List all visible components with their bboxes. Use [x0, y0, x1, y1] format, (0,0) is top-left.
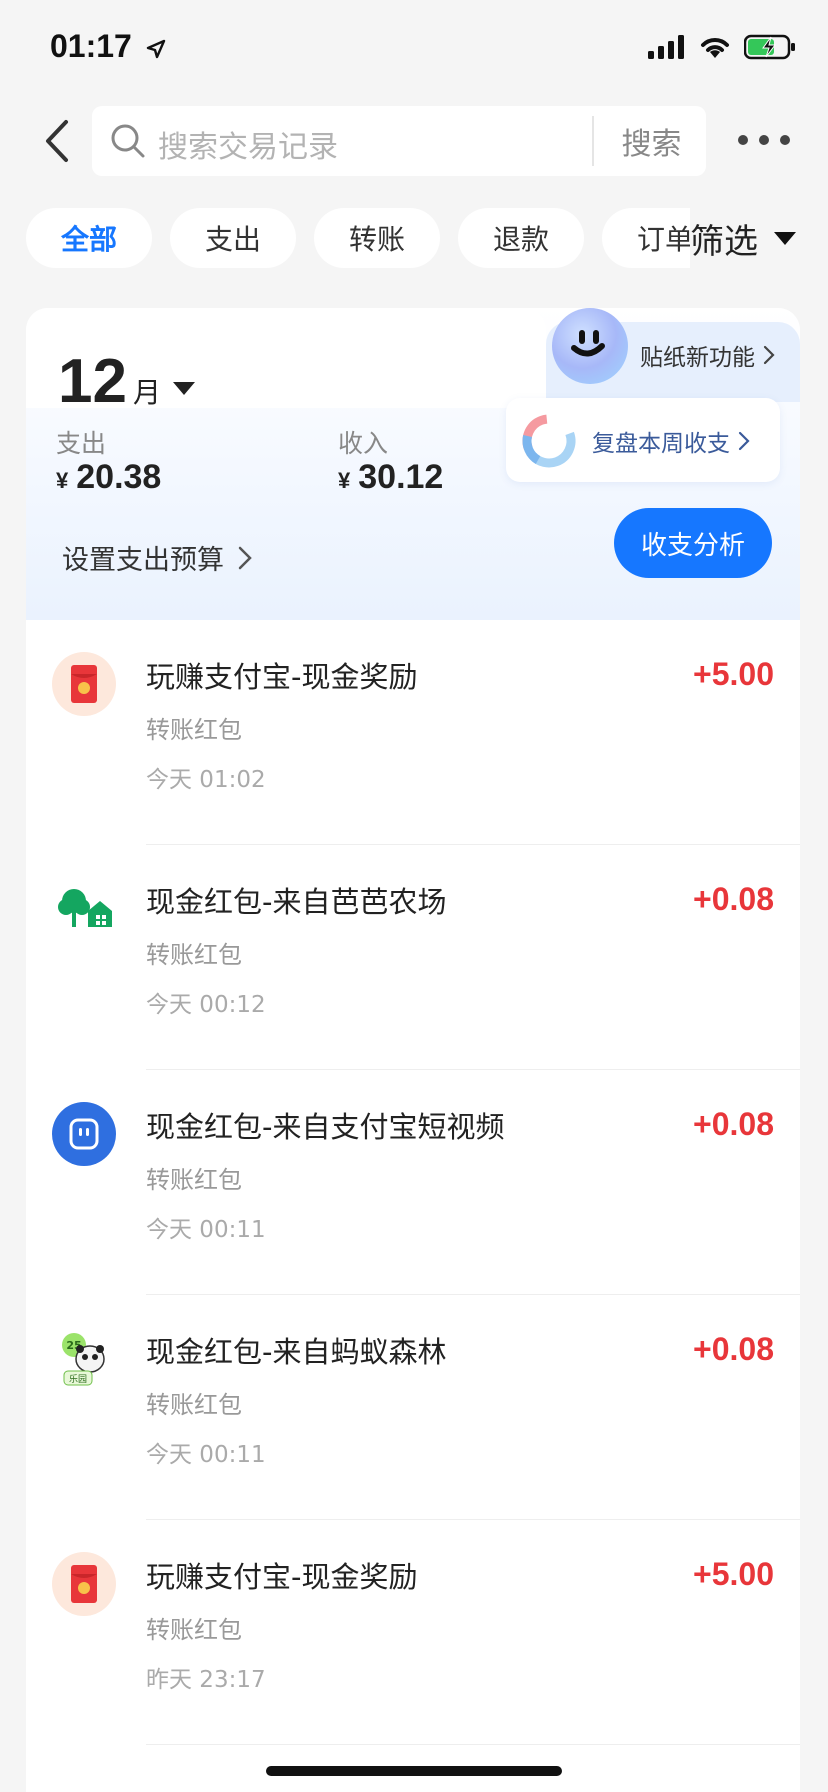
status-icons [648, 34, 796, 60]
transaction-row[interactable]: 玩赚支付宝-现金奖励 +5.00 转账红包 今天 01:02 [26, 620, 800, 845]
more-options-button[interactable] [738, 125, 790, 155]
transaction-title: 现金红包-来自芭芭农场 [146, 885, 447, 919]
donut-chart-icon [522, 414, 576, 468]
home-indicator[interactable] [266, 1766, 562, 1776]
transactions-card: 12 月 支出 ¥20.38 收入 ¥30.12 设置支出预算 贴纸新功能 复盘… [26, 308, 800, 1792]
tab-all[interactable]: 全部 [26, 208, 152, 268]
income-label: 收入 [338, 429, 389, 458]
transaction-category: 转账红包 [146, 1166, 242, 1194]
chevron-right-icon [238, 546, 252, 569]
sticker-new-feature-link[interactable]: 贴纸新功能 [640, 338, 775, 372]
sticker-avatar-icon[interactable] [552, 308, 628, 384]
transaction-title: 现金红包-来自支付宝短视频 [146, 1110, 505, 1144]
short-video-icon [52, 1102, 116, 1166]
chevron-right-icon [738, 431, 750, 451]
expense-label: 支出 [56, 429, 107, 458]
weekly-review-card[interactable]: 复盘本周收支 [506, 398, 780, 482]
search-box[interactable]: 搜索交易记录 搜索 [92, 106, 706, 176]
currency-symbol: ¥ [56, 468, 69, 493]
wifi-icon [701, 38, 729, 58]
transaction-time: 今天 00:11 [146, 1442, 266, 1468]
clock-text: 01:17 [50, 28, 132, 64]
tab-refund[interactable]: 退款 [458, 208, 584, 268]
review-label: 复盘本周收支 [592, 431, 730, 457]
location-arrow-icon [146, 39, 165, 58]
nav-bar: 搜索交易记录 搜索 [0, 100, 828, 180]
monthly-summary: 12 月 支出 ¥20.38 收入 ¥30.12 设置支出预算 贴纸新功能 复盘… [26, 308, 800, 620]
status-bar: 01:17 [0, 0, 828, 100]
filter-label: 筛选 [690, 221, 758, 262]
transaction-amount: +0.08 [693, 1106, 774, 1142]
more-dot-icon [780, 135, 790, 145]
tabs-scroll: 全部 支出 转账 退款 订单 [0, 208, 690, 272]
transaction-title: 玩赚支付宝-现金奖励 [146, 660, 418, 694]
transaction-time: 今天 00:11 [146, 1217, 266, 1243]
set-budget-link[interactable]: 设置支出预算 [62, 538, 252, 577]
battery-charging-icon [744, 34, 795, 60]
back-button[interactable] [38, 118, 78, 164]
more-dot-icon [759, 135, 769, 145]
transaction-row[interactable]: 现金红包-来自芭芭农场 +0.08 转账红包 今天 00:12 [26, 845, 800, 1070]
row-divider [146, 1744, 800, 1745]
transaction-category: 转账红包 [146, 1616, 242, 1644]
caret-down-icon [774, 231, 796, 245]
transaction-row[interactable]: 25 乐园 现金红包-来自蚂蚁森林 +0.08 转账红包 今天 00:11 [26, 1295, 800, 1520]
transaction-title: 现金红包-来自蚂蚁森林 [146, 1335, 447, 1369]
income-expense-analysis-button[interactable]: 收支分析 [614, 508, 772, 578]
transaction-amount: +0.08 [693, 881, 774, 917]
income-value: ¥30.12 [338, 458, 443, 497]
tab-expense[interactable]: 支出 [170, 208, 296, 268]
transaction-amount: +5.00 [693, 656, 774, 692]
month-unit: 月 [132, 376, 161, 409]
filter-tabs: 全部 支出 转账 退款 订单 筛选 [0, 208, 828, 272]
search-icon [111, 124, 145, 158]
icon-tag-text: 乐园 [69, 1373, 87, 1385]
weekly-review-link: 复盘本周收支 [592, 424, 750, 458]
search-input[interactable]: 搜索交易记录 [158, 122, 338, 166]
transaction-row[interactable]: 现金红包-来自支付宝短视频 +0.08 转账红包 今天 00:11 [26, 1070, 800, 1295]
tab-order[interactable]: 订单 [602, 208, 690, 268]
budget-label: 设置支出预算 [62, 545, 224, 576]
more-dot-icon [738, 135, 748, 145]
tab-transfer[interactable]: 转账 [314, 208, 440, 268]
transaction-time: 昨天 23:17 [146, 1667, 266, 1693]
signal-icon [648, 35, 684, 59]
red-envelope-icon [52, 1552, 116, 1616]
sticker-label: 贴纸新功能 [640, 345, 755, 371]
chevron-right-icon [763, 345, 775, 365]
search-button[interactable]: 搜索 [597, 106, 706, 176]
red-envelope-icon [52, 652, 116, 716]
currency-symbol: ¥ [338, 468, 351, 493]
expense-value: ¥20.38 [56, 458, 161, 497]
filter-button[interactable]: 筛选 [690, 208, 828, 268]
transaction-category: 转账红包 [146, 716, 242, 744]
transaction-row[interactable]: 玩赚支付宝-现金奖励 +5.00 转账红包 昨天 23:17 [26, 1520, 800, 1745]
month-number: 12 [58, 347, 127, 416]
transaction-title: 玩赚支付宝-现金奖励 [146, 1560, 418, 1594]
ant-forest-panda-icon: 25 乐园 [62, 1333, 105, 1386]
chevron-left-icon [46, 120, 68, 162]
caret-down-icon [172, 382, 195, 395]
status-time: 01:17 [50, 28, 167, 65]
transaction-category: 转账红包 [146, 941, 242, 969]
search-divider [592, 116, 594, 166]
transaction-amount: +0.08 [693, 1331, 774, 1367]
transaction-category: 转账红包 [146, 1391, 242, 1419]
income-amount: 30.12 [358, 458, 444, 496]
smiley-face-icon [571, 330, 605, 357]
transaction-amount: +5.00 [693, 1556, 774, 1592]
expense-amount: 20.38 [76, 458, 162, 496]
transaction-time: 今天 01:02 [146, 767, 266, 793]
farm-icon [58, 889, 112, 927]
month-picker[interactable]: 12 月 [58, 346, 195, 417]
transaction-time: 今天 00:12 [146, 992, 266, 1018]
